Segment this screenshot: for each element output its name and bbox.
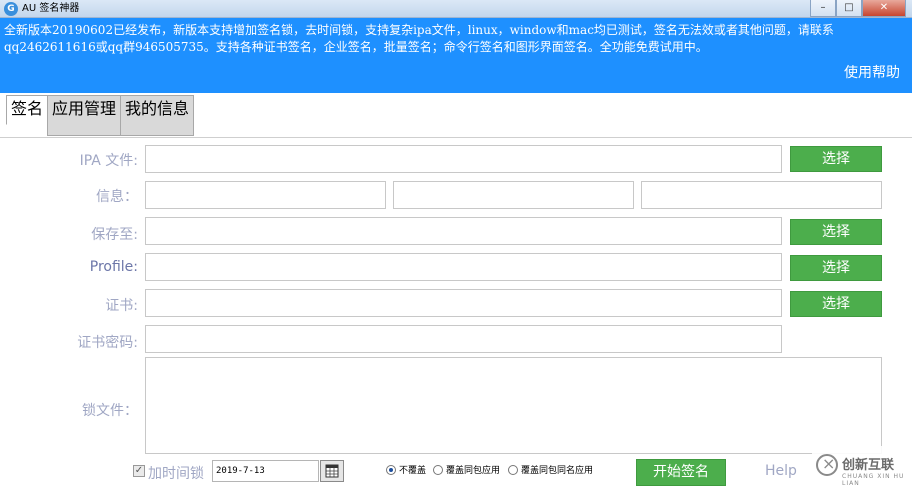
lock-file-textarea[interactable] [145,357,882,454]
ipa-file-input[interactable] [145,145,782,173]
usage-help-link[interactable]: 使用帮助 [844,62,900,82]
start-signing-button[interactable]: 开始签名 [636,459,726,486]
notice-banner: 全新版本20190602已经发布，新版本支持增加签名锁，去时间锁，支持复杂ipa… [0,18,912,93]
release-notice: 全新版本20190602已经发布，新版本支持增加签名锁，去时间锁，支持复杂ipa… [4,23,834,54]
window-controls: – □ ✕ [810,0,906,17]
radio-overwrite-same-bundle-label: 覆盖同包应用 [446,466,501,476]
tab-sign[interactable]: 签名 [6,95,49,125]
watermark-text: 创新互联 [842,458,895,473]
radio-overwrite-same-name-label: 覆盖同包同名应用 [521,466,594,476]
save-to-label: 保存至: [91,227,138,243]
help-link[interactable]: Help [765,463,797,479]
info-input-1[interactable] [145,181,386,209]
minimize-button[interactable]: – [810,0,836,17]
tab-app-management[interactable]: 应用管理 [47,95,122,136]
app-icon: G [4,2,18,16]
profile-label: Profile: [89,259,138,275]
calendar-icon [325,464,339,478]
tab-divider [0,137,912,138]
lock-file-label: 锁文件： [82,403,138,419]
certificate-label: 证书: [105,298,138,314]
maximize-button[interactable]: □ [836,0,862,17]
cert-password-label: 证书密码: [77,335,138,351]
tab-my-info[interactable]: 我的信息 [120,95,195,136]
time-lock-label: 加时间锁 [148,466,204,482]
calendar-button[interactable] [320,460,344,482]
logo-icon [816,454,838,476]
cert-password-input[interactable] [145,325,782,353]
info-input-2[interactable] [393,181,634,209]
ipa-select-button[interactable]: 选择 [790,146,882,172]
title-bar: G AU 签名神器 – □ ✕ [0,0,912,18]
save-to-input[interactable] [145,217,782,245]
watermark: 创新互联 CHUANG XIN HU LIAN [812,446,912,488]
tab-bar: 签名 应用管理 我的信息 [6,95,195,137]
certificate-select-button[interactable]: 选择 [790,291,882,317]
profile-select-button[interactable]: 选择 [790,255,882,281]
radio-no-overwrite-label: 不覆盖 [399,466,427,476]
watermark-subtext: CHUANG XIN HU LIAN [842,473,905,487]
info-input-3[interactable] [641,181,882,209]
window-title: AU 签名神器 [22,3,80,14]
close-button[interactable]: ✕ [862,0,906,17]
radio-overwrite-same-bundle[interactable] [433,465,443,475]
save-select-button[interactable]: 选择 [790,219,882,245]
date-input[interactable] [212,460,319,482]
info-label: 信息： [96,189,138,205]
radio-no-overwrite[interactable] [386,465,396,475]
ipa-file-label: IPA 文件: [79,153,138,169]
time-lock-checkbox[interactable]: ✓ [133,465,145,477]
certificate-input[interactable] [145,289,782,317]
profile-input[interactable] [145,253,782,281]
radio-overwrite-same-name[interactable] [508,465,518,475]
